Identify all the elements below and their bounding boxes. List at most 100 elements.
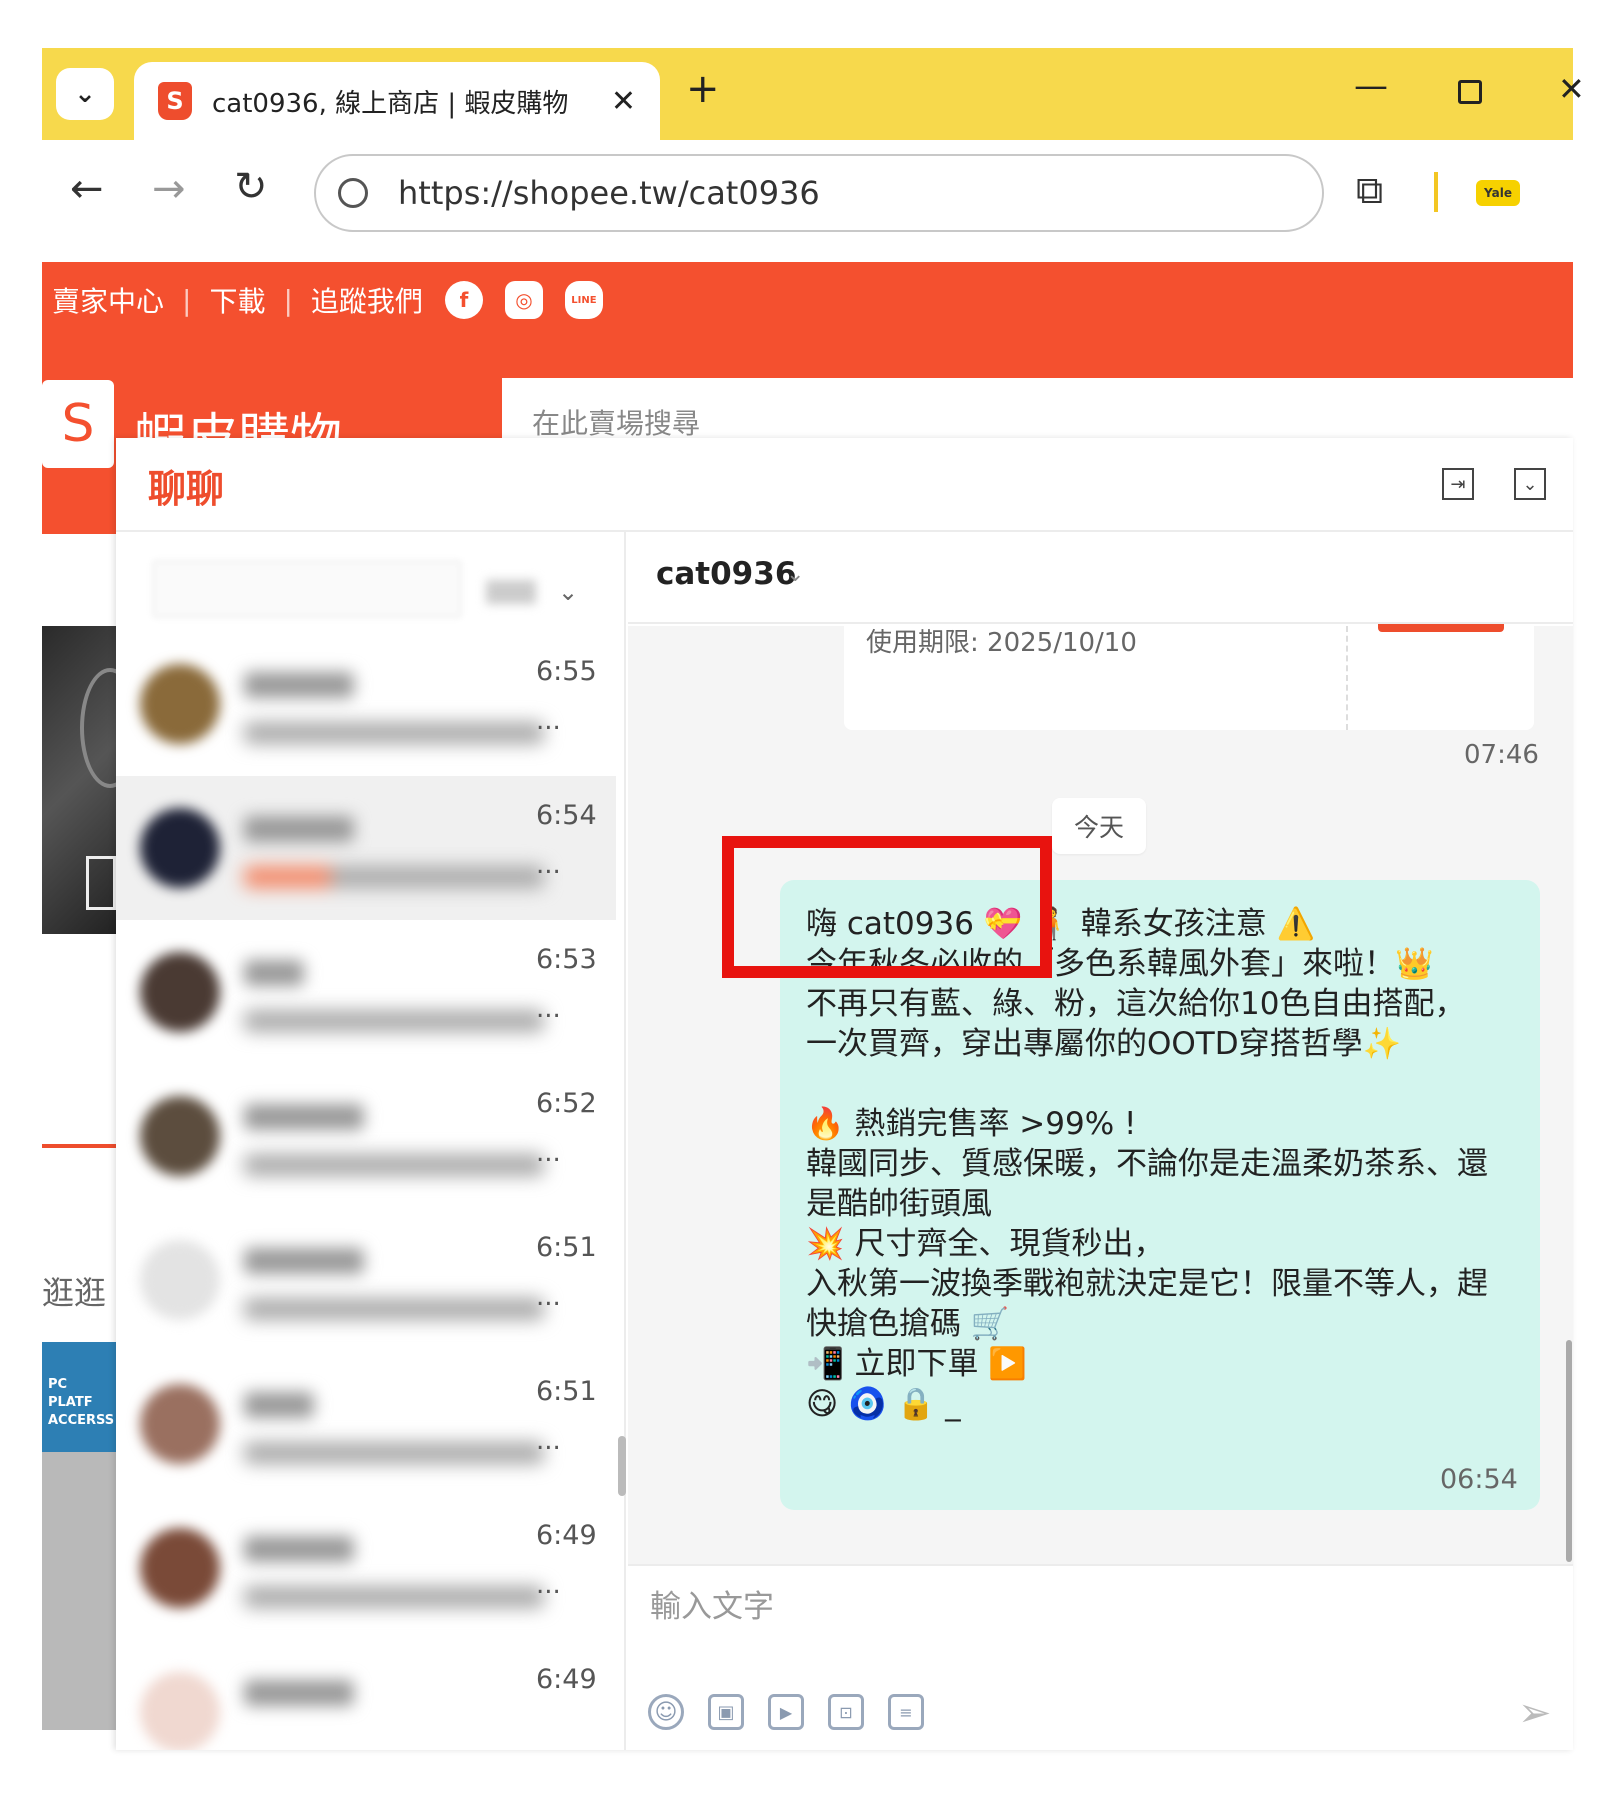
conversation-name (244, 1680, 354, 1706)
collapse-chat-icon[interactable]: ⌄ (1514, 468, 1546, 500)
conversation-time: 6:53 (536, 944, 597, 975)
chat-header (116, 438, 1573, 532)
conversation-name (244, 816, 354, 842)
avatar (140, 1096, 220, 1176)
window-minimize-button[interactable]: — (1354, 66, 1388, 106)
product-card[interactable]: PC PLATF ACCERSS (42, 1342, 116, 1452)
avatar (140, 1240, 220, 1320)
message-input[interactable] (650, 1582, 1530, 1632)
avatar (140, 1528, 220, 1608)
conversation-item[interactable]: 6:51 ... (116, 1352, 616, 1496)
avatar (140, 664, 220, 744)
window-maximize-button[interactable] (1458, 80, 1482, 104)
conversation-time: 6:55 (536, 656, 597, 687)
back-button[interactable]: ← (70, 166, 104, 212)
conversation-time: 6:54 (536, 800, 597, 831)
conversation-ellipsis: ... (536, 994, 561, 1024)
conversation-preview (244, 1586, 544, 1608)
image-icon[interactable]: ▣ (708, 1694, 744, 1730)
emoji-icon[interactable]: ☺ (648, 1694, 684, 1730)
download-link[interactable]: 下載 (209, 280, 265, 320)
forward-button[interactable]: → (152, 166, 186, 212)
active-tab-underline (42, 1144, 116, 1148)
highlight-annotation-box (722, 836, 1052, 978)
send-icon[interactable]: ➢ (1518, 1690, 1552, 1736)
conversation-item[interactable]: 6:52 ... (116, 1064, 616, 1208)
conversation-time: 6:49 (536, 1664, 597, 1695)
avatar (140, 1384, 220, 1464)
conversation-search-input[interactable] (152, 560, 462, 618)
url-text: https://shopee.tw/cat0936 (398, 174, 820, 212)
conversation-ellipsis: ... (536, 1426, 561, 1456)
shopee-brand[interactable]: 蝦皮購物 (134, 396, 342, 438)
conversation-time: 6:51 (536, 1232, 597, 1263)
conversation-name (244, 672, 354, 698)
window-close-button[interactable]: ✕ (1558, 70, 1585, 108)
shopee-logo-icon[interactable]: S (42, 380, 114, 468)
chevron-down-icon[interactable]: ⌄ (786, 562, 804, 587)
address-bar[interactable]: https://shopee.tw/cat0936 (314, 154, 1324, 232)
conversation-item[interactable]: 6:51 ... (116, 1208, 616, 1352)
yale-extension-icon[interactable]: Yale (1476, 180, 1520, 206)
shopee-top-links: 賣家中心 | 下載 | 追蹤我們 f ◎ LINE (52, 280, 603, 320)
conversation-name (244, 960, 304, 986)
chat-title: 聊聊 (148, 467, 225, 511)
voucher-button[interactable] (1378, 624, 1504, 632)
conversation-preview (244, 1298, 544, 1320)
conversation-item[interactable]: 6:49 (116, 1640, 616, 1750)
conversation-name (244, 1392, 314, 1418)
order-icon[interactable]: ≡ (888, 1694, 924, 1730)
conversation-time: 6:51 (536, 1376, 597, 1407)
instagram-icon[interactable]: ◎ (504, 281, 543, 319)
conversation-preview (244, 1442, 544, 1464)
conversation-list-scrollbar[interactable] (618, 1436, 626, 1496)
chat-partner-name[interactable]: cat0936 (656, 556, 796, 592)
message-timestamp: 06:54 (1440, 1464, 1518, 1495)
seller-center-link[interactable]: 賣家中心 (52, 280, 164, 320)
site-info-icon[interactable] (338, 178, 368, 208)
video-icon[interactable]: ▶ (768, 1694, 804, 1730)
conversation-item[interactable]: 6:55 ... (116, 632, 616, 776)
browse-label: 逛逛 (42, 1274, 107, 1312)
conversation-item[interactable]: 6:54 ... (116, 776, 616, 920)
product-card-image[interactable] (42, 1452, 116, 1730)
facebook-icon[interactable]: f (444, 281, 483, 319)
popout-icon[interactable]: ⇥ (1442, 468, 1474, 500)
conversation-ellipsis: ... (536, 706, 561, 736)
new-tab-button[interactable]: + (686, 66, 720, 112)
browser-tab[interactable]: S cat0936, 線上商店 | 蝦皮購物 ✕ (134, 62, 660, 140)
conversation-preview (244, 1010, 544, 1032)
date-divider: 今天 (1052, 798, 1146, 854)
conversation-ellipsis: ... (536, 1570, 561, 1600)
conversation-item[interactable]: 6:49 ... (116, 1496, 616, 1640)
message-scrollbar[interactable] (1566, 1340, 1572, 1562)
tab-title: cat0936, 線上商店 | 蝦皮購物 (212, 88, 569, 119)
avatar (140, 1672, 220, 1750)
chevron-down-icon: ⌄ (74, 79, 96, 109)
conversation-item[interactable]: 6:53 ... (116, 920, 616, 1064)
reload-button[interactable]: ↻ (234, 164, 268, 210)
toolbar-divider (1434, 172, 1438, 212)
conversation-ellipsis: ... (536, 850, 561, 880)
message-text: 嗨 cat0936 💝 🧍 韓系女孩注意 ⚠️ 今年秋冬必收的「多色系韓風外套」… (806, 906, 1488, 1422)
conversation-ellipsis: ... (536, 1138, 561, 1168)
conversation-preview (244, 722, 544, 744)
banner-decoration (86, 856, 116, 910)
close-tab-icon[interactable]: ✕ (611, 84, 636, 119)
tab-search-dropdown-button[interactable]: ⌄ (56, 68, 114, 120)
message-timestamp: 07:46 (1464, 740, 1539, 770)
link-separator: | (283, 283, 293, 317)
link-separator: | (182, 283, 192, 317)
conversation-name (244, 1536, 354, 1562)
conversation-filter[interactable] (486, 580, 536, 604)
chevron-down-icon[interactable]: ⌄ (558, 578, 578, 606)
conversation-ellipsis: ... (536, 1282, 561, 1312)
conversation-time: 6:52 (536, 1088, 597, 1119)
puzzle-icon[interactable]: ⧉ (1356, 168, 1383, 213)
shop-search-input[interactable]: 在此賣場搜尋 (502, 378, 1573, 440)
shopee-favicon-icon: S (158, 82, 192, 120)
avatar (140, 952, 220, 1032)
conversation-preview (244, 866, 544, 888)
product-icon[interactable]: ⊡ (828, 1694, 864, 1730)
line-icon[interactable]: LINE (564, 281, 603, 319)
